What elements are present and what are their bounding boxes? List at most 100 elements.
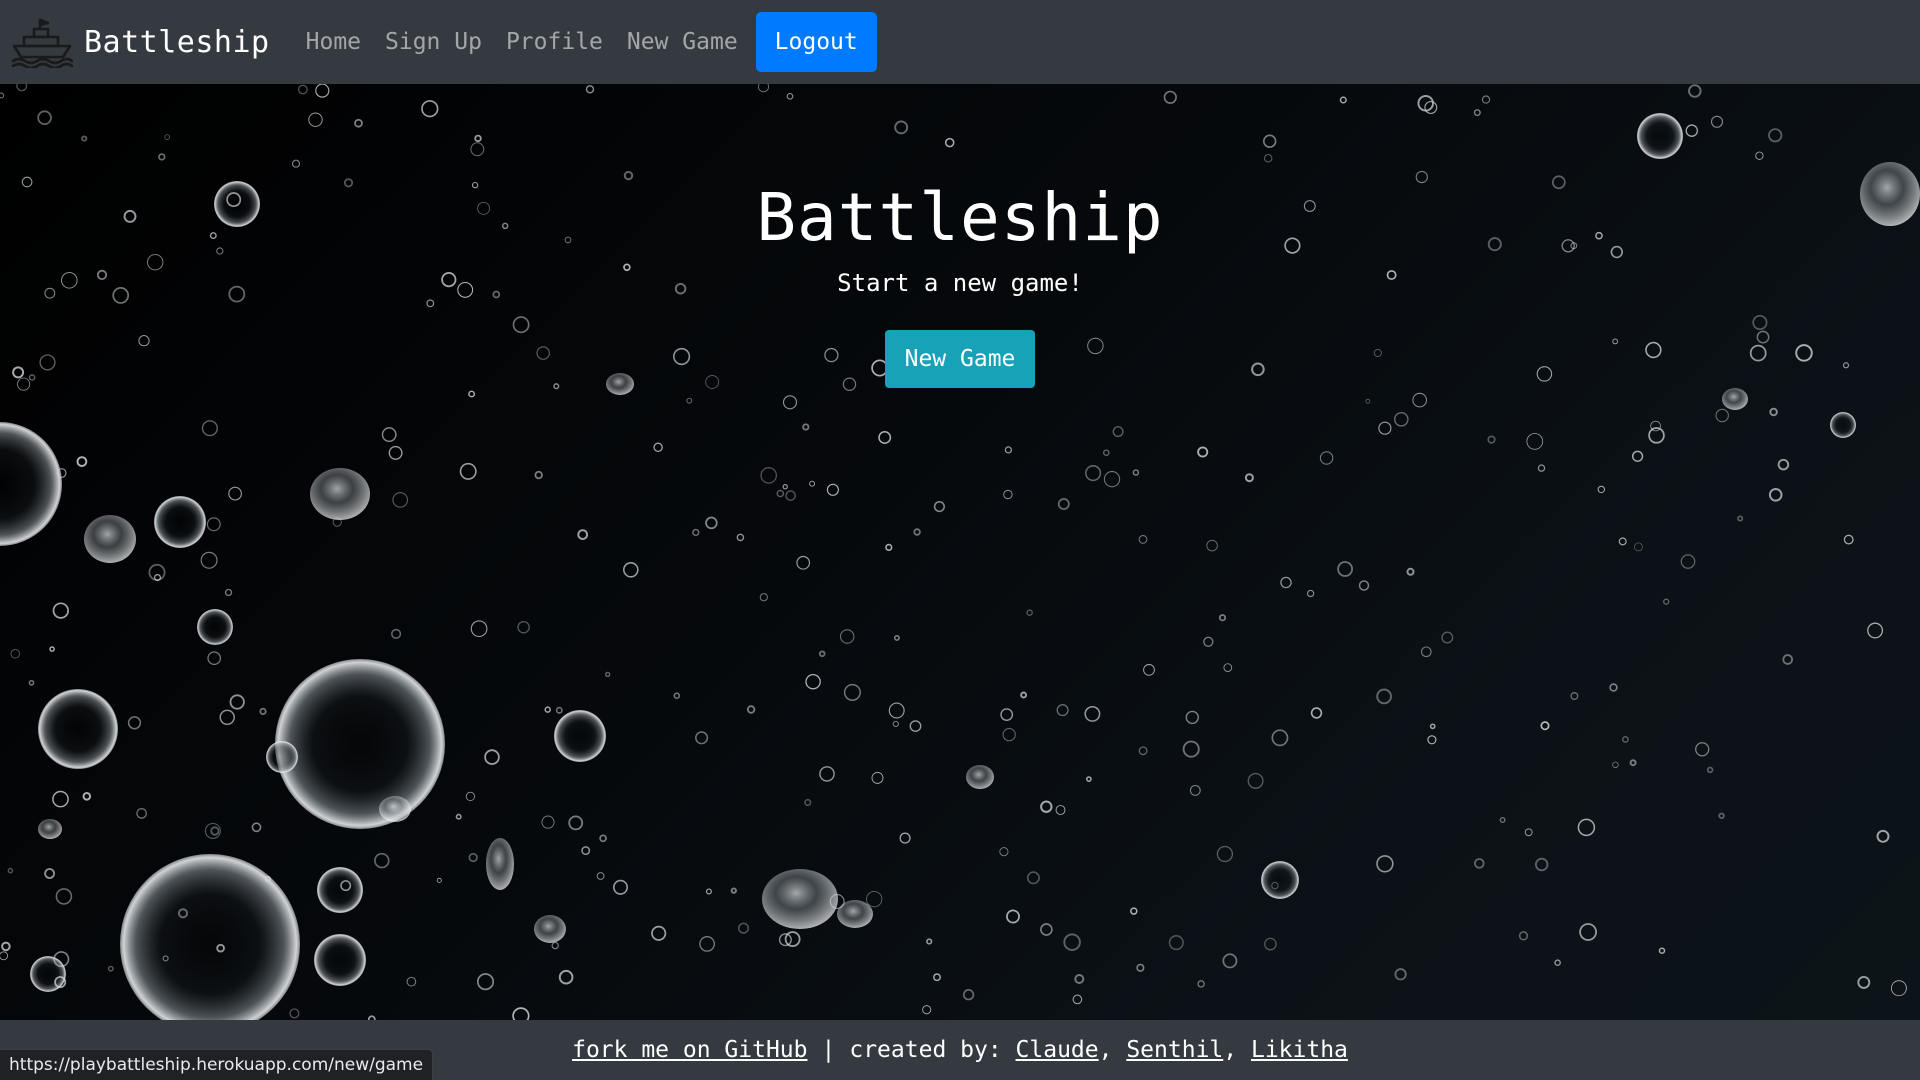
droplet [1554, 959, 1561, 967]
droplet [7, 867, 14, 874]
droplet [1132, 469, 1140, 476]
droplet [612, 879, 629, 895]
github-link[interactable]: fork me on GitHub [572, 1037, 807, 1063]
droplet [1306, 589, 1315, 598]
droplet [692, 528, 700, 537]
droplet [1197, 980, 1205, 988]
bubble [554, 710, 606, 762]
droplet [866, 890, 883, 908]
droplet [1103, 449, 1110, 456]
droplet [0, 951, 9, 961]
droplet [558, 969, 574, 985]
logout-button[interactable]: Logout [755, 12, 877, 72]
droplet [1057, 498, 1070, 510]
droplet [1890, 980, 1907, 997]
droplet [468, 852, 478, 863]
droplet [228, 486, 242, 501]
author-comma: , [1223, 1037, 1251, 1063]
droplet [1055, 805, 1066, 815]
droplet [623, 562, 639, 578]
droplet [1003, 489, 1013, 500]
droplet [1337, 561, 1353, 577]
droplet [1168, 935, 1184, 951]
droplet [1441, 631, 1454, 644]
droplet [926, 938, 933, 945]
droplet [1222, 953, 1238, 969]
droplet [913, 528, 921, 536]
bubble [154, 496, 206, 548]
bubble [120, 854, 300, 1020]
droplet [1876, 829, 1890, 843]
droplet [148, 563, 166, 581]
droplet [1429, 723, 1436, 730]
droplet [455, 813, 462, 820]
droplet [1130, 907, 1138, 915]
droplet [28, 679, 35, 686]
droplet [1203, 636, 1214, 647]
droplet [1358, 580, 1370, 591]
droplet [1474, 858, 1485, 869]
nav-link-new-game[interactable]: New Game [615, 29, 750, 55]
droplet [1540, 721, 1550, 731]
droplet [581, 846, 591, 856]
droplet [962, 989, 975, 1001]
droplet [1612, 761, 1619, 769]
droplet [871, 771, 884, 784]
water-drop [762, 869, 838, 929]
droplet [1621, 735, 1629, 743]
droplet [782, 484, 788, 490]
droplet [673, 692, 681, 699]
droplet [459, 462, 477, 480]
droplet [1629, 759, 1637, 767]
water-drop [379, 796, 411, 822]
droplet [224, 588, 233, 597]
nav-link-profile[interactable]: Profile [494, 29, 615, 55]
new-game-button[interactable]: New Game [884, 330, 1036, 388]
droplet [1182, 740, 1200, 758]
droplet [1487, 435, 1496, 444]
droplet [826, 483, 839, 496]
droplet [44, 868, 56, 879]
droplet [1857, 975, 1871, 989]
droplet [1319, 451, 1334, 465]
ship-icon [10, 16, 74, 68]
water-drop [38, 819, 62, 839]
droplet [484, 749, 500, 765]
author-link-claude[interactable]: Claude [1016, 1037, 1099, 1063]
droplet [819, 766, 835, 782]
droplet [1040, 800, 1053, 813]
status-bar-url: https://playbattleship.herokuapp.com/new… [0, 1049, 434, 1080]
droplet [381, 427, 397, 443]
droplet [1074, 974, 1085, 984]
droplet [107, 965, 114, 972]
droplet [1085, 465, 1102, 482]
droplet [1631, 450, 1644, 462]
droplet [818, 650, 826, 658]
bubble [266, 741, 298, 773]
droplet [1310, 707, 1323, 719]
droplet [782, 395, 798, 410]
droplet [76, 456, 88, 467]
droplet [1518, 931, 1529, 941]
droplet [1376, 688, 1392, 705]
droplet [899, 832, 911, 844]
droplet [1026, 871, 1040, 885]
droplet [759, 593, 768, 602]
droplet [127, 716, 142, 730]
nav-link-sign-up[interactable]: Sign Up [373, 29, 494, 55]
droplet [1570, 692, 1579, 700]
droplet [999, 847, 1009, 857]
author-link-likitha[interactable]: Likitha [1251, 1037, 1348, 1063]
droplet [1769, 407, 1778, 417]
droplet [1706, 766, 1714, 774]
droplet [201, 420, 219, 437]
author-link-senthil[interactable]: Senthil [1126, 1037, 1223, 1063]
droplet [686, 397, 693, 404]
droplet [776, 489, 785, 498]
nav-link-home[interactable]: Home [294, 29, 373, 55]
droplet [1056, 704, 1069, 717]
droplet [517, 620, 530, 634]
droplet [1004, 446, 1013, 454]
droplet [804, 798, 812, 807]
brand-link[interactable]: Battleship [10, 16, 270, 68]
